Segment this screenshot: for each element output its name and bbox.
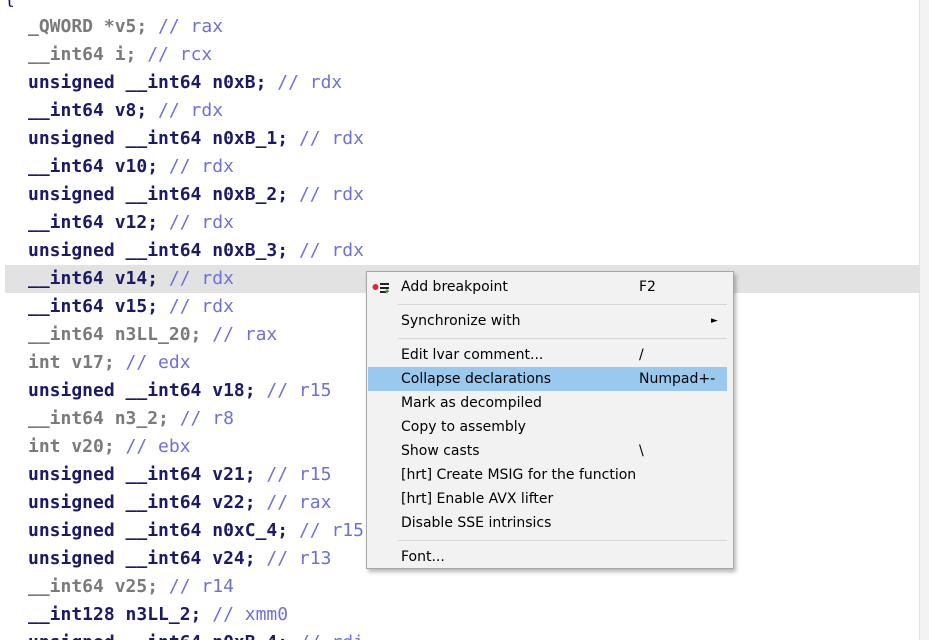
variable-declaration[interactable]: unsigned __int64 n0xB_4; [28, 632, 299, 640]
menu-item-label: Add breakpoint [401, 279, 508, 295]
menu-item-hrt-create-msig-for-the-function[interactable]: [hrt] Create MSIG for the function [368, 463, 727, 487]
register-comment: // edx [125, 352, 191, 373]
menu-item-mark-as-decompiled[interactable]: Mark as decompiled [368, 391, 727, 415]
code-line[interactable]: __int64 v12; // rdx [5, 209, 919, 237]
variable-declaration[interactable]: unsigned __int64 n0xB_1; [28, 128, 299, 149]
variable-declaration[interactable]: __int64 v14; [28, 268, 169, 289]
variable-declaration[interactable]: unsigned __int64 v22; [28, 492, 266, 513]
variable-declaration[interactable]: unsigned __int64 n0xB_3; [28, 240, 299, 261]
variable-declaration[interactable]: unsigned __int64 n0xC_4; [28, 520, 299, 541]
register-comment: // rdx [168, 296, 234, 317]
variable-declaration[interactable]: __int64 v10; [28, 156, 169, 177]
variable-declaration[interactable]: __int64 n3LL_20; [28, 324, 212, 345]
breakpoint-icon [372, 283, 389, 294]
menu-item-shortcut: / [639, 347, 644, 363]
menu-item-copy-to-assembly[interactable]: Copy to assembly [368, 415, 727, 439]
register-comment: // r15 [266, 464, 332, 485]
code-line[interactable]: unsigned __int64 n0xB_3; // rdx [5, 237, 919, 265]
menu-item-label: Show casts [401, 443, 480, 459]
register-comment: // r15 [298, 520, 364, 541]
code-line[interactable]: unsigned __int64 n0xB_4; // rdi [5, 629, 919, 640]
vertical-scrollbar[interactable] [919, 0, 929, 640]
menu-item-label: Mark as decompiled [401, 395, 542, 411]
menu-item-hrt-enable-avx-lifter[interactable]: [hrt] Enable AVX lifter [368, 487, 727, 511]
menu-item-disable-sse-intrinsics[interactable]: Disable SSE intrinsics [368, 511, 727, 535]
register-comment: // ebx [125, 436, 191, 457]
variable-declaration[interactable]: __int128 n3LL_2; [28, 604, 212, 625]
register-comment: // r13 [266, 548, 332, 569]
menu-item-label: Synchronize with [401, 313, 521, 329]
variable-declaration[interactable]: __int64 n3_2; [28, 408, 180, 429]
menu-item-collapse-declarations[interactable]: Collapse declarations Numpad+- [368, 367, 727, 391]
code-line[interactable]: __int64 v10; // rdx [5, 153, 919, 181]
menu-separator [398, 338, 727, 339]
menu-item-shortcut: F2 [639, 279, 656, 295]
submenu-arrow-icon: ► [711, 316, 718, 326]
code-line[interactable]: unsigned __int64 n0xB; // rdx [5, 69, 919, 97]
menu-item-show-casts[interactable]: Show casts \ [368, 439, 727, 463]
variable-declaration[interactable]: int v17; [28, 352, 126, 373]
menu-item-shortcut: \ [639, 443, 644, 459]
variable-declaration[interactable]: unsigned __int64 v18; [28, 380, 266, 401]
variable-declaration[interactable]: __int64 v8; [28, 100, 158, 121]
variable-declaration[interactable]: __int64 i; [28, 44, 147, 65]
menu-separator [398, 540, 727, 541]
code-line[interactable]: __int64 i; // rcx [5, 41, 919, 69]
code-line[interactable]: unsigned __int64 n0xB_2; // rdx [5, 181, 919, 209]
menu-item-label: Collapse declarations [401, 371, 552, 387]
variable-declaration[interactable]: __int64 v12; [28, 212, 169, 233]
register-comment: // rax [158, 16, 224, 37]
menu-item-shortcut: Numpad+- [639, 371, 716, 387]
register-comment: // rdx [298, 240, 364, 261]
variable-declaration[interactable]: unsigned __int64 n0xB; [28, 72, 277, 93]
variable-declaration[interactable]: __int64 v15; [28, 296, 169, 317]
register-comment: // r15 [266, 380, 332, 401]
menu-item-label: Disable SSE intrinsics [401, 515, 552, 531]
menu-item-label: [hrt] Enable AVX lifter [401, 491, 554, 507]
menu-item-label: Edit lvar comment... [401, 347, 544, 363]
opening-brace: { [4, 0, 15, 9]
register-comment: // rdx [277, 72, 343, 93]
variable-declaration[interactable]: int v20; [28, 436, 126, 457]
register-comment: // rdx [298, 128, 364, 149]
register-comment: // rdx [168, 212, 234, 233]
register-comment: // rcx [147, 44, 213, 65]
register-comment: // rax [266, 492, 332, 513]
menu-item-synchronize-with[interactable]: Synchronize with ► [368, 309, 727, 333]
register-comment: // rdx [168, 156, 234, 177]
menu-separator [398, 304, 727, 305]
menu-item-font[interactable]: Font... [368, 545, 727, 569]
register-comment: // r8 [179, 408, 234, 429]
register-comment: // rdx [168, 268, 234, 289]
variable-declaration[interactable]: unsigned __int64 v21; [28, 464, 266, 485]
context-menu: Add breakpoint F2 Synchronize with ► Edit lv… [366, 271, 734, 569]
code-line[interactable]: __int128 n3LL_2; // xmm0 [5, 601, 919, 629]
code-line[interactable]: unsigned __int64 n0xB_1; // rdx [5, 125, 919, 153]
menu-item-label: [hrt] Create MSIG for the function [401, 467, 637, 483]
register-comment: // rdi [299, 632, 364, 640]
menu-item-add-breakpoint[interactable]: Add breakpoint F2 [368, 275, 727, 299]
menu-item-edit-lvar-comment[interactable]: Edit lvar comment... / [368, 343, 727, 367]
register-comment: // xmm0 [212, 604, 289, 625]
code-line[interactable]: __int64 v8; // rdx [5, 97, 919, 125]
variable-declaration[interactable]: unsigned __int64 v24; [28, 548, 266, 569]
register-comment: // rax [212, 324, 278, 345]
register-comment: // rdx [158, 100, 224, 121]
variable-declaration[interactable]: unsigned __int64 n0xB_2; [28, 184, 299, 205]
variable-declaration[interactable]: _QWORD *v5; [28, 16, 158, 37]
code-line[interactable]: _QWORD *v5; // rax [5, 13, 919, 41]
variable-declaration[interactable]: __int64 v25; [28, 576, 169, 597]
menu-item-label: Font... [401, 549, 445, 565]
menu-item-label: Copy to assembly [401, 419, 526, 435]
code-line[interactable]: __int64 v25; // r14 [5, 573, 919, 601]
register-comment: // r14 [168, 576, 234, 597]
register-comment: // rdx [298, 184, 364, 205]
